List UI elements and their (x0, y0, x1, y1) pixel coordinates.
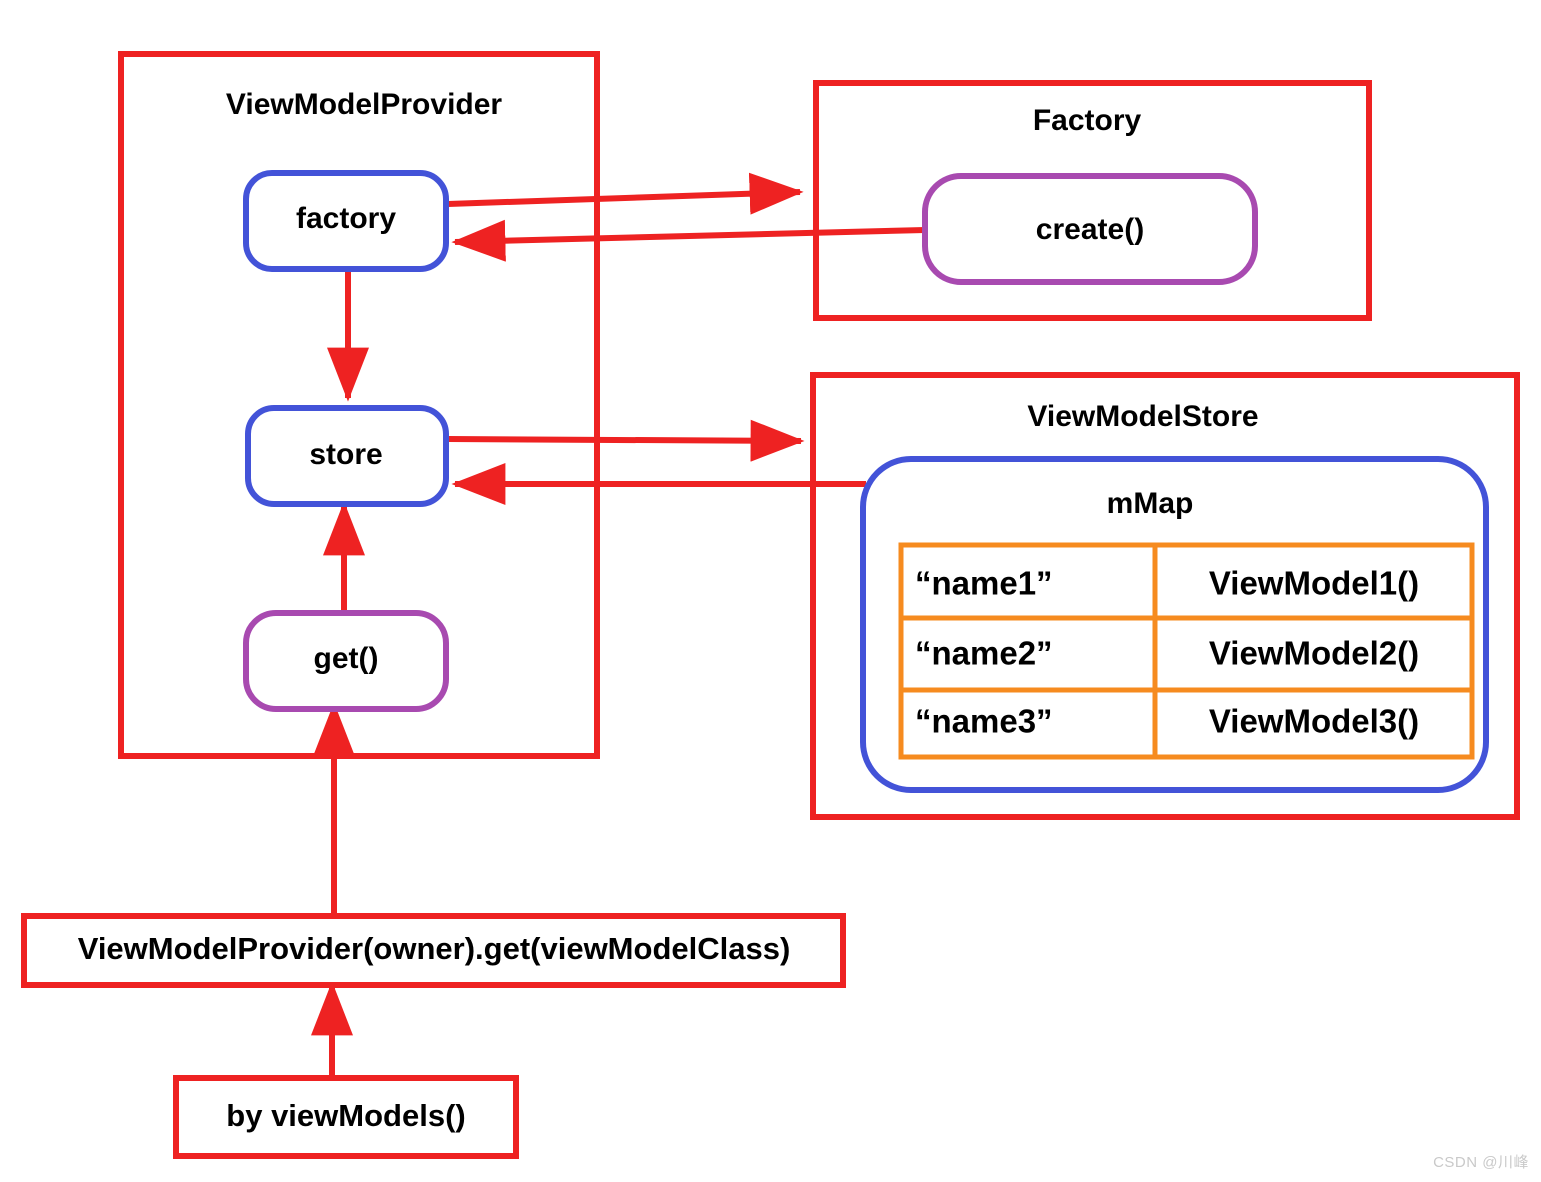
viewmodelprovider-title: ViewModelProvider (226, 88, 503, 121)
node-provider-call[interactable]: ViewModelProvider(owner).get(viewModelCl… (21, 913, 846, 988)
watermark: CSDN @川峰 (1433, 1154, 1529, 1171)
factory-field-label: factory (296, 202, 396, 235)
node-factory-field[interactable]: factory (243, 170, 449, 272)
provider-call-label: ViewModelProvider(owner).get(viewModelCl… (78, 931, 791, 966)
diagram-root: ViewModelProvider Factory ViewModelStore (0, 0, 1541, 1182)
mmap-label: mMap (1107, 487, 1194, 520)
diagram-canvas: ViewModelProvider Factory ViewModelStore (21, 51, 1520, 1159)
mmap-value-cell: ViewModel1() (1209, 565, 1419, 602)
factory-title: Factory (1033, 104, 1142, 137)
create-method-label: create() (1036, 213, 1144, 246)
mmap-key-cell: “name1” (915, 565, 1053, 602)
viewmodelstore-title: ViewModelStore (1027, 400, 1258, 433)
node-get-method[interactable]: get() (243, 610, 449, 712)
node-create-method[interactable]: create() (922, 173, 1258, 285)
node-store-field[interactable]: store (245, 405, 449, 507)
store-field-label: store (309, 438, 382, 471)
arrow-factory-to-factoryclass (447, 172, 804, 215)
mmap-key-cell: “name2” (915, 635, 1053, 672)
arrow-create-to-factory (451, 219, 926, 262)
delegate-call-label: by viewModels() (226, 1098, 465, 1133)
mmap-value-cell: ViewModel2() (1209, 635, 1419, 672)
node-delegate-call[interactable]: by viewModels() (173, 1075, 519, 1159)
mmap-key-cell: “name3” (915, 703, 1053, 740)
get-method-label: get() (314, 642, 379, 675)
node-mmap: mMap (860, 456, 1489, 793)
arrow-store-to-viewmodelstore (447, 419, 805, 462)
mmap-value-cell: ViewModel3() (1209, 703, 1419, 740)
